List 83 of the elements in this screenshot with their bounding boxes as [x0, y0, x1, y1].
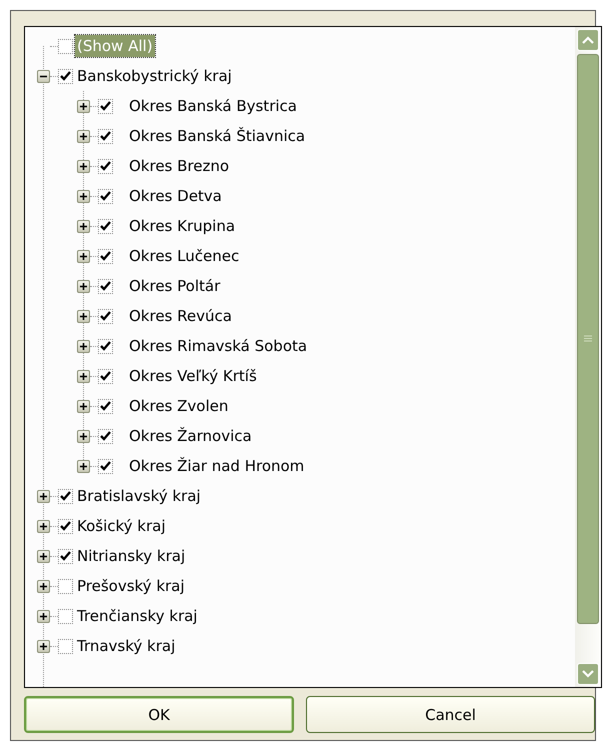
checkbox[interactable] [98, 428, 113, 444]
expand-icon[interactable] [77, 100, 90, 112]
tree-item-label[interactable]: Okres Revúca [127, 305, 234, 327]
tree-item-label[interactable]: Okres Banská Bystrica [127, 95, 299, 117]
checkbox[interactable] [58, 608, 73, 624]
up-caret-icon [582, 36, 594, 44]
checkmark-icon [60, 521, 71, 531]
checkmark-icon [60, 551, 71, 561]
expand-icon[interactable] [77, 460, 90, 472]
ok-button[interactable]: OK [24, 696, 294, 733]
checkmark-icon [100, 221, 111, 231]
tree-item-label[interactable]: Okres Veľký Krtíš [127, 365, 259, 387]
tree-item-label[interactable]: Okres Zvolen [127, 395, 230, 417]
down-caret-icon [582, 670, 594, 678]
checkmark-icon [60, 491, 71, 501]
checkbox[interactable] [98, 248, 113, 264]
checkmark-icon [100, 341, 111, 351]
checkbox[interactable] [58, 548, 73, 564]
tree-item-label[interactable]: Okres Rimavská Sobota [127, 335, 310, 357]
checkmark-icon [100, 401, 111, 411]
checkmark-icon [100, 461, 111, 471]
expand-icon[interactable] [77, 400, 90, 412]
expand-icon[interactable] [77, 430, 90, 442]
tree-item-label[interactable]: Okres Krupina [127, 215, 238, 237]
tree-item-label[interactable]: Okres Detva [127, 185, 224, 207]
expand-icon[interactable] [77, 280, 90, 292]
checkbox[interactable] [58, 638, 73, 654]
checkbox[interactable] [98, 98, 113, 114]
tree-item-label[interactable]: Trnavský kraj [75, 635, 178, 657]
tree-item-label[interactable]: Prešovský kraj [75, 575, 187, 597]
checkbox[interactable] [58, 578, 73, 594]
tree-item-label[interactable]: Banskobystrický kraj [75, 65, 234, 87]
expand-icon[interactable] [77, 220, 90, 232]
tree-item-label[interactable]: Okres Banská Štiavnica [127, 125, 308, 147]
expand-icon[interactable] [37, 490, 50, 502]
checkbox[interactable] [98, 218, 113, 234]
checkbox[interactable] [58, 488, 73, 504]
checkbox[interactable] [98, 368, 113, 384]
expand-icon[interactable] [77, 130, 90, 142]
checkmark-icon [100, 311, 111, 321]
tree-item-label[interactable]: Košický kraj [75, 515, 168, 537]
expand-icon[interactable] [37, 640, 50, 652]
expand-icon[interactable] [37, 610, 50, 622]
expand-icon[interactable] [77, 370, 90, 382]
expand-icon[interactable] [37, 520, 50, 532]
tree-item-label[interactable]: Trenčiansky kraj [75, 605, 200, 627]
checkmark-icon [60, 71, 71, 81]
checkbox[interactable] [98, 188, 113, 204]
tree-item-label[interactable]: Okres Lučenec [127, 245, 242, 267]
checkmark-icon [100, 191, 111, 201]
checkbox[interactable] [98, 458, 113, 474]
expand-icon[interactable] [77, 250, 90, 262]
checkmark-icon [100, 131, 111, 141]
checkbox[interactable] [98, 278, 113, 294]
checkmark-icon [100, 251, 111, 261]
expand-icon[interactable] [77, 340, 90, 352]
checkbox[interactable] [58, 68, 73, 84]
checkmark-icon [100, 281, 111, 291]
tree-item-label[interactable]: Okres Poltár [127, 275, 222, 297]
checkbox[interactable] [58, 38, 73, 54]
checkbox[interactable] [98, 338, 113, 354]
expand-icon[interactable] [77, 160, 90, 172]
expand-icon[interactable] [37, 550, 50, 562]
checkmark-icon [100, 161, 111, 171]
checkmark-icon [100, 101, 111, 111]
tree-item-label[interactable]: Okres Brezno [127, 155, 232, 177]
checkbox[interactable] [98, 398, 113, 414]
checkbox[interactable] [98, 158, 113, 174]
checkbox[interactable] [58, 518, 73, 534]
cancel-button[interactable]: Cancel [306, 696, 595, 733]
tree-item-label[interactable]: Okres Žiar nad Hronom [127, 455, 306, 477]
expand-icon[interactable] [37, 580, 50, 592]
tree-item-label[interactable]: Okres Žarnovica [127, 425, 254, 447]
checkbox[interactable] [98, 128, 113, 144]
collapse-icon[interactable] [37, 70, 50, 82]
scroll-thumb[interactable] [577, 54, 599, 624]
tree-item-label[interactable]: Bratislavský kraj [75, 485, 203, 507]
checkmark-icon [100, 371, 111, 381]
tree-item-label[interactable]: Nitriansky kraj [75, 545, 188, 567]
expand-icon[interactable] [77, 310, 90, 322]
checkbox[interactable] [98, 308, 113, 324]
checkmark-icon [100, 431, 111, 441]
expand-icon[interactable] [77, 190, 90, 202]
